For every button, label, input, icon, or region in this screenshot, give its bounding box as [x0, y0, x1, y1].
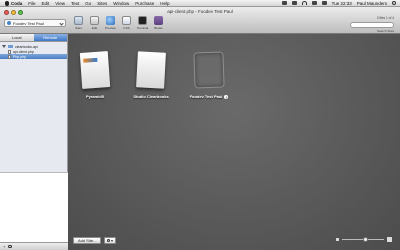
clock[interactable]: Tue 22:33 — [332, 1, 352, 6]
site-thumbnail — [136, 51, 166, 89]
folder-icon — [8, 44, 13, 49]
menu-edit[interactable]: Edit — [42, 1, 50, 6]
tool-css[interactable]: CSS — [120, 16, 133, 30]
tab-remote[interactable]: Remote — [33, 34, 67, 41]
bluetooth-icon[interactable] — [291, 1, 297, 5]
menu-go[interactable]: Go — [85, 1, 91, 6]
apple-icon — [5, 0, 9, 6]
caret-down-icon — [111, 239, 114, 242]
tool-sites[interactable]: Sites — [72, 16, 85, 30]
info-icon[interactable]: i — [224, 94, 229, 99]
zoom-small-icon — [336, 238, 339, 241]
window-title: api-client.php - Foodev Test Paul — [167, 9, 233, 14]
site-tile-pyramid5[interactable]: Pyramid5 — [74, 51, 116, 99]
chevron-down-icon — [59, 20, 64, 26]
zoom-large-icon — [387, 237, 392, 242]
sites-icon — [74, 16, 83, 25]
site-name: Foodev Test Paul i — [189, 94, 229, 99]
css-icon — [122, 16, 131, 25]
user-name[interactable]: Paul Maunders — [357, 1, 387, 6]
site-selector-label: Foodev Test Paul — [13, 20, 44, 26]
books-icon — [154, 16, 163, 25]
coda-window: api-client.php - Foodev Test Paul Foodev… — [0, 7, 400, 250]
thumbnail-banner — [83, 57, 98, 63]
menu-view[interactable]: View — [55, 1, 65, 6]
status-icon[interactable] — [281, 1, 287, 5]
spotlight-icon[interactable] — [392, 1, 396, 5]
menu-app-name[interactable]: Coda — [11, 1, 22, 6]
tree-label: clearbooks-api — [15, 44, 38, 49]
wifi-icon[interactable] — [301, 1, 307, 5]
volume-icon[interactable] — [311, 1, 317, 5]
site-name: Studio Clearbooks — [133, 94, 169, 99]
site-thumbnail — [193, 51, 225, 89]
tool-label: Terminal — [136, 26, 149, 30]
file-count: 0 files 1 of 4 — [376, 16, 394, 20]
gear-icon — [106, 238, 111, 243]
edit-icon — [90, 16, 99, 25]
sidebar-bottom-bar: + — [0, 242, 68, 250]
status-area: Tue 22:33 Paul Maunders — [281, 1, 400, 6]
site-selector[interactable]: Foodev Test Paul — [4, 19, 66, 27]
search-input[interactable] — [350, 22, 394, 28]
site-tile-foodev-test-paul[interactable]: Foodev Test Paul i — [188, 51, 230, 99]
tool-preview[interactable]: Preview — [104, 16, 117, 30]
preview-icon — [106, 16, 115, 25]
tool-edit[interactable]: Edit — [88, 16, 101, 30]
tool-label: Edit — [91, 26, 98, 30]
menu-window[interactable]: Window — [113, 1, 129, 6]
tool-books[interactable]: Books — [152, 16, 165, 30]
menu-bar: Coda File Edit View Text Go Sites Window… — [0, 0, 400, 7]
tool-label: Books — [154, 26, 163, 30]
file-tree: clearbooks-api api-client.php Php.php — [0, 42, 67, 59]
sidebar-lower-pane — [0, 172, 68, 242]
menu-file[interactable]: File — [28, 1, 35, 6]
tree-row-file-selected[interactable]: Php.php — [0, 54, 67, 59]
sidebar-tabs: Local Remote — [0, 34, 67, 42]
action-menu-button[interactable] — [104, 237, 116, 244]
tool-terminal[interactable]: Terminal — [136, 16, 149, 30]
zoom-knob[interactable] — [362, 237, 368, 242]
site-thumbnail — [79, 51, 111, 89]
disclosure-triangle-icon[interactable] — [2, 45, 6, 48]
toolbar-right: 0 files 1 of 4 Search Sites — [350, 16, 394, 33]
terminal-icon — [138, 16, 147, 25]
sidebar: Local Remote clearbooks-api api-client.p… — [0, 34, 68, 250]
menu-text[interactable]: Text — [71, 1, 79, 6]
menu-purchase[interactable]: Purchase — [135, 1, 154, 6]
sidebar-add-button[interactable]: + — [3, 244, 5, 249]
globe-icon — [7, 21, 11, 25]
tool-label: Sites — [75, 26, 82, 30]
toolbar: Sites Edit Preview CSS Terminal Books — [72, 16, 165, 30]
menu-sites[interactable]: Sites — [97, 1, 107, 6]
gear-icon[interactable] — [8, 244, 12, 249]
tree-label: api-client.php — [13, 49, 34, 54]
battery-icon[interactable] — [321, 1, 327, 5]
menu-help[interactable]: Help — [160, 1, 169, 6]
tab-local[interactable]: Local — [0, 34, 34, 41]
tool-label: CSS — [123, 26, 130, 30]
zoom-track[interactable] — [342, 237, 384, 242]
file-icon — [8, 49, 11, 54]
add-site-button[interactable]: Add Site... — [73, 237, 102, 244]
search-label: Search Sites — [376, 29, 394, 33]
sites-view: Pyramid5 Studio Clearbooks Foodev Test P… — [68, 34, 400, 250]
title-bar: api-client.php - Foodev Test Paul Foodev… — [0, 7, 400, 34]
tree-label: Php.php — [13, 54, 27, 59]
file-icon — [8, 54, 11, 59]
site-name: Pyramid5 — [85, 94, 104, 99]
site-tile-studio-clearbooks[interactable]: Studio Clearbooks — [130, 51, 172, 99]
apple-menu[interactable] — [3, 0, 11, 7]
tool-label: Preview — [105, 26, 116, 30]
zoom-slider[interactable] — [336, 237, 392, 242]
